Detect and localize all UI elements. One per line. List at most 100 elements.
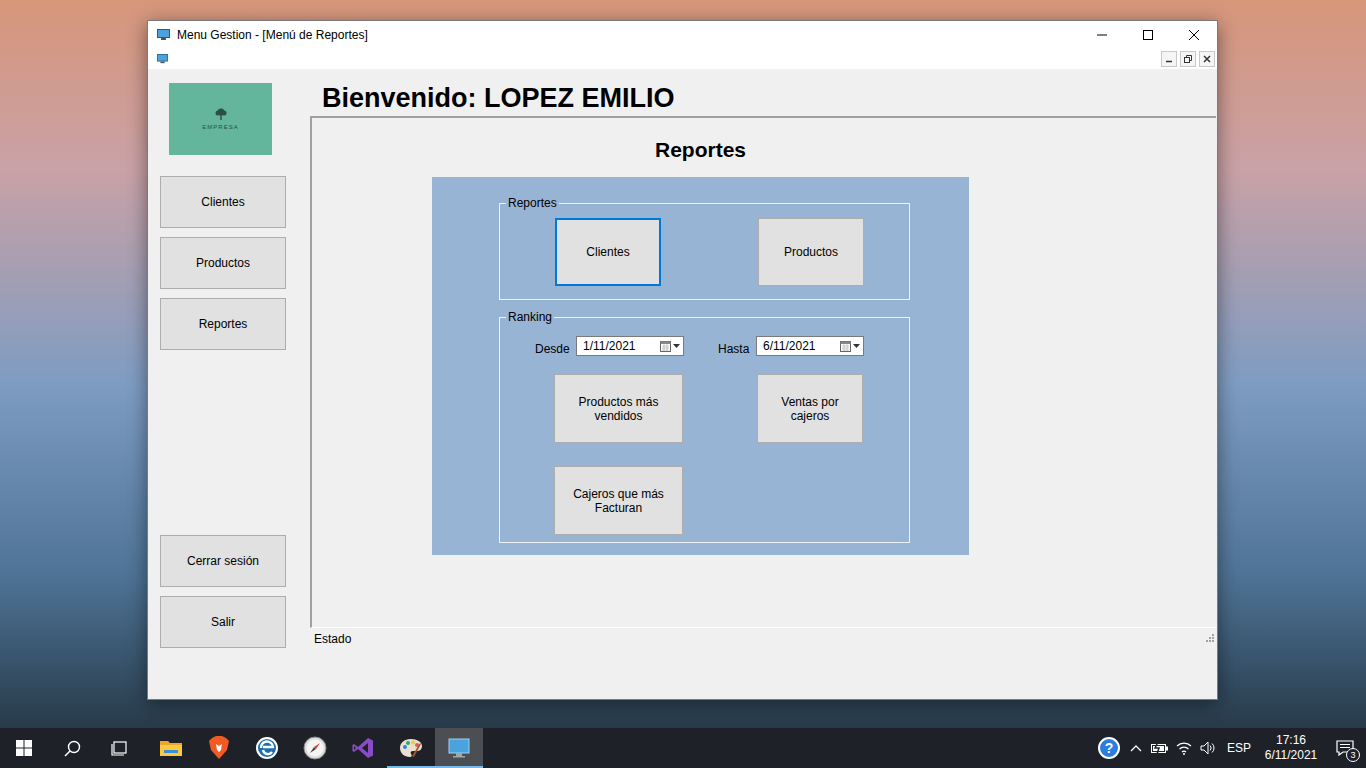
ranking-group: RankingDesde1/11/2021Hasta6/11/2021Produ… — [499, 308, 910, 543]
help-button[interactable]: ? — [1094, 728, 1124, 768]
taskbar-app-kind — [303, 736, 327, 760]
child-minimize-button[interactable] — [1161, 51, 1177, 67]
restore-icon — [1184, 55, 1192, 63]
system-tray: ? ESP 17:166/11/2021 3 — [1094, 728, 1366, 768]
logout-button[interactable]: Cerrar sesión — [160, 535, 286, 587]
windows-icon — [16, 740, 32, 756]
ranking-button[interactable]: Productos más vendidos — [554, 374, 683, 443]
network-button[interactable] — [1172, 728, 1196, 768]
task-view-button[interactable] — [96, 728, 144, 768]
start-button[interactable] — [0, 728, 48, 768]
volume-button[interactable] — [1196, 728, 1220, 768]
taskbar-app[interactable] — [243, 728, 291, 768]
taskbar-app-kind — [159, 738, 183, 758]
window-title: Menu Gestion - [Menú de Reportes] — [177, 26, 368, 44]
tree-icon — [214, 108, 228, 120]
taskbar-app[interactable] — [147, 728, 195, 768]
notification-badge: 3 — [1346, 748, 1360, 762]
minimize-icon — [1165, 55, 1173, 63]
reports-group: Reportes Clientes Productos — [499, 194, 910, 300]
app-icon — [157, 29, 170, 41]
battery-icon — [1151, 742, 1169, 754]
report-button-label: Clientes — [586, 243, 629, 261]
report-button[interactable]: Productos — [758, 218, 864, 286]
running-indicator — [387, 766, 435, 768]
ranking-button-label: Cajeros que más Facturan — [559, 487, 678, 515]
chevron-up-icon — [1130, 745, 1142, 752]
taskbar-app[interactable] — [339, 728, 387, 768]
reports-panel: Reportes Clientes Productos RankingDesde1/1… — [432, 177, 969, 555]
taskbar-app-kind — [255, 736, 279, 760]
resize-grip-icon[interactable] — [1204, 634, 1214, 644]
language-label: ESP — [1227, 739, 1251, 757]
taskbar-app-kind — [208, 736, 230, 760]
paint-icon — [399, 737, 423, 759]
child-window-icon — [157, 54, 168, 64]
company-logo: EMPRESA — [169, 83, 272, 155]
battery-button[interactable] — [1148, 728, 1172, 768]
report-button-label: Productos — [784, 243, 838, 261]
search-button[interactable] — [48, 728, 96, 768]
compass-icon — [303, 736, 327, 760]
ranking-button[interactable]: Ventas por cajeros — [757, 374, 863, 443]
folder-icon — [159, 738, 183, 758]
title-bar: Menu Gestion - [Menú de Reportes] — [148, 21, 1217, 49]
task-view-icon — [111, 740, 129, 756]
date-value: 1/11/2021 — [583, 340, 660, 352]
clock[interactable]: 17:166/11/2021 — [1258, 728, 1324, 768]
taskbar-app-kind — [352, 737, 374, 759]
browser-icon — [255, 736, 279, 760]
speaker-icon — [1200, 741, 1216, 755]
notifications-button[interactable]: 3 — [1324, 728, 1366, 768]
sidebar-item-label: Productos — [196, 256, 250, 270]
maximize-button[interactable] — [1125, 21, 1171, 49]
app-window-icon — [448, 738, 470, 758]
hidden-icons-button[interactable] — [1124, 728, 1148, 768]
taskbar-app-kind — [399, 737, 423, 759]
sidebar-item-label: Clientes — [201, 195, 244, 209]
clock-time: 17:16 — [1276, 733, 1306, 748]
dropdown-arrow-icon — [673, 344, 680, 348]
close-button[interactable] — [1171, 21, 1217, 49]
ranking-button[interactable]: Cajeros que más Facturan — [554, 466, 683, 535]
sidebar-item[interactable]: Reportes — [160, 298, 286, 350]
notification-count: 3 — [1350, 751, 1355, 760]
report-button[interactable]: Clientes — [555, 218, 661, 286]
visual-studio-icon — [352, 737, 374, 759]
wifi-icon — [1176, 741, 1192, 755]
child-restore-button[interactable] — [1180, 51, 1196, 67]
sidebar-item[interactable]: Productos — [160, 237, 286, 289]
taskbar-app[interactable] — [291, 728, 339, 768]
sidebar-item[interactable]: Clientes — [160, 176, 286, 228]
content-area: EMPRESA Clientes Productos Reportes Cerrar s… — [148, 69, 1217, 699]
close-icon — [1189, 30, 1199, 40]
ranking-button-label: Productos más vendidos — [559, 395, 678, 423]
dropdown-arrow-icon — [853, 344, 860, 348]
sidebar-item-label: Reportes — [199, 317, 248, 331]
exit-button-label: Salir — [211, 615, 235, 629]
close-icon — [1203, 55, 1211, 63]
group-label: Ranking — [508, 310, 552, 324]
app-window: Menu Gestion - [Menú de Reportes] EMPRESA… — [147, 20, 1218, 700]
taskbar-app[interactable] — [435, 728, 483, 768]
status-bar: Estado — [310, 628, 1217, 650]
brave-icon — [208, 736, 230, 760]
taskbar-app-kind — [448, 738, 470, 758]
child-close-button[interactable] — [1199, 51, 1215, 67]
clock-date: 6/11/2021 — [1265, 748, 1318, 763]
child-form: ReportesReportes Clientes Productos Ranking… — [310, 116, 1216, 628]
exit-button[interactable]: Salir — [160, 596, 286, 648]
date-picker[interactable]: 6/11/2021 — [756, 336, 864, 356]
taskbar-app[interactable] — [387, 728, 435, 768]
calendar-icon — [660, 341, 671, 352]
logout-button-label: Cerrar sesión — [187, 554, 259, 568]
welcome-heading: Bienvenido: LOPEZ EMILIO — [322, 85, 675, 112]
taskbar-app[interactable] — [195, 728, 243, 768]
ranking-button-label: Ventas por cajeros — [762, 395, 858, 423]
minimize-button[interactable] — [1079, 21, 1125, 49]
language-button[interactable]: ESP — [1220, 728, 1258, 768]
date-picker[interactable]: 1/11/2021 — [576, 336, 684, 356]
search-icon — [64, 740, 81, 757]
group-label: Reportes — [508, 196, 557, 210]
taskbar: ? ESP 17:166/11/2021 3 — [0, 728, 1366, 768]
